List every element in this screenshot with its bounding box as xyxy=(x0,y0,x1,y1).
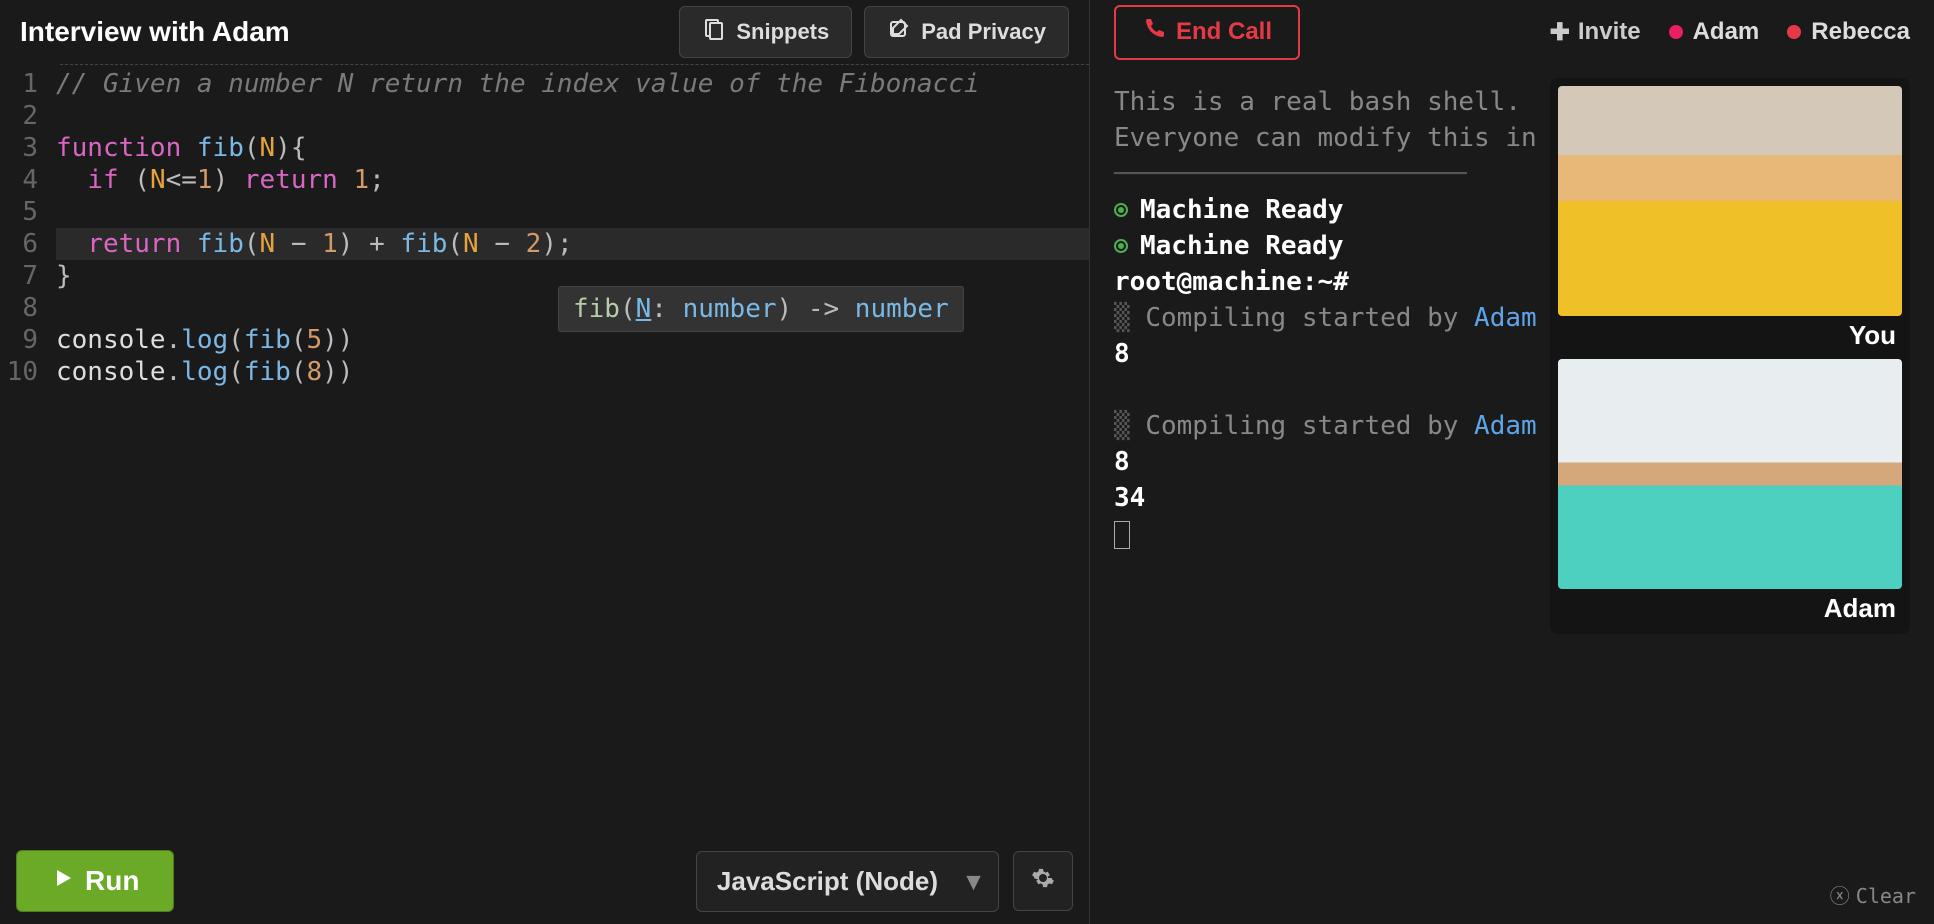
line-number: 5 xyxy=(0,196,56,228)
clear-button[interactable]: ⓧ Clear xyxy=(1830,878,1916,914)
output-pane: End Call ✚ Invite Adam Rebecca This is a… xyxy=(1090,0,1934,924)
play-icon xyxy=(51,865,75,897)
language-select[interactable]: JavaScript (Node) xyxy=(696,851,999,912)
presence-dot-icon xyxy=(1787,25,1801,39)
code-line: 2 xyxy=(0,100,1089,132)
ready-dot-icon xyxy=(1114,203,1128,217)
code-line: 6 return fib(N − 1) + fib(N − 2); xyxy=(0,228,1089,260)
code-content: console.log(fib(8)) xyxy=(56,356,1089,388)
code-line: 4 if (N<=1) return 1; xyxy=(0,164,1089,196)
line-number: 7 xyxy=(0,260,56,292)
snippets-button[interactable]: Snippets xyxy=(679,6,852,58)
participant-rebecca[interactable]: Rebecca xyxy=(1787,18,1910,46)
video-thumbnail xyxy=(1558,359,1902,589)
participant-adam[interactable]: Adam xyxy=(1669,18,1760,46)
line-number: 4 xyxy=(0,164,56,196)
code-content: return fib(N − 1) + fib(N − 2); xyxy=(56,228,1089,260)
code-content: // Given a number N return the index val… xyxy=(56,68,1089,100)
snippets-icon xyxy=(702,17,726,47)
code-content: if (N<=1) return 1; xyxy=(56,164,1089,196)
editor-header: Interview with Adam Snippets Pad Privacy xyxy=(0,0,1089,64)
settings-button[interactable] xyxy=(1013,851,1073,911)
code-content xyxy=(56,100,1089,132)
video-tile-you[interactable]: You xyxy=(1558,86,1902,353)
code-content xyxy=(56,196,1089,228)
line-number: 9 xyxy=(0,324,56,356)
video-label: You xyxy=(1558,316,1902,353)
line-number: 8 xyxy=(0,292,56,324)
code-editor[interactable]: 1// Given a number N return the index va… xyxy=(0,64,1089,838)
signature-hint: fib(N: number) -> number xyxy=(558,286,964,332)
gear-icon xyxy=(1031,866,1055,897)
phone-icon xyxy=(1142,17,1166,48)
plus-icon: ✚ xyxy=(1550,18,1570,47)
line-number: 3 xyxy=(0,132,56,164)
video-strip: You Adam xyxy=(1550,78,1910,634)
session-title: Interview with Adam xyxy=(20,16,667,48)
video-label: Adam xyxy=(1558,589,1902,626)
invite-button[interactable]: ✚ Invite xyxy=(1550,18,1641,47)
run-label: Run xyxy=(85,865,139,897)
end-call-label: End Call xyxy=(1176,18,1272,46)
code-content: function fib(N){ xyxy=(56,132,1089,164)
clear-icon: ⓧ xyxy=(1830,878,1850,914)
language-label: JavaScript (Node) xyxy=(717,866,938,896)
line-number: 6 xyxy=(0,228,56,260)
line-number: 2 xyxy=(0,100,56,132)
video-tile-adam[interactable]: Adam xyxy=(1558,359,1902,626)
code-line: 3function fib(N){ xyxy=(0,132,1089,164)
video-thumbnail xyxy=(1558,86,1902,316)
code-line: 1// Given a number N return the index va… xyxy=(0,68,1089,100)
invite-label: Invite xyxy=(1578,18,1641,46)
snippets-label: Snippets xyxy=(736,19,829,45)
call-header: End Call ✚ Invite Adam Rebecca xyxy=(1090,0,1934,64)
end-call-button[interactable]: End Call xyxy=(1114,5,1300,60)
line-number: 1 xyxy=(0,68,56,100)
presence-dot-icon xyxy=(1669,25,1683,39)
code-line: 10console.log(fib(8)) xyxy=(0,356,1089,388)
pad-privacy-button[interactable]: Pad Privacy xyxy=(864,6,1069,58)
ready-dot-icon xyxy=(1114,239,1128,253)
terminal-cursor xyxy=(1114,521,1130,549)
run-button[interactable]: Run xyxy=(16,850,174,912)
privacy-icon xyxy=(887,17,911,47)
editor-pane: Interview with Adam Snippets Pad Privacy… xyxy=(0,0,1090,924)
code-line: 5 xyxy=(0,196,1089,228)
editor-footer: Run JavaScript (Node) xyxy=(0,838,1089,924)
pad-privacy-label: Pad Privacy xyxy=(921,19,1046,45)
line-number: 10 xyxy=(0,356,56,388)
